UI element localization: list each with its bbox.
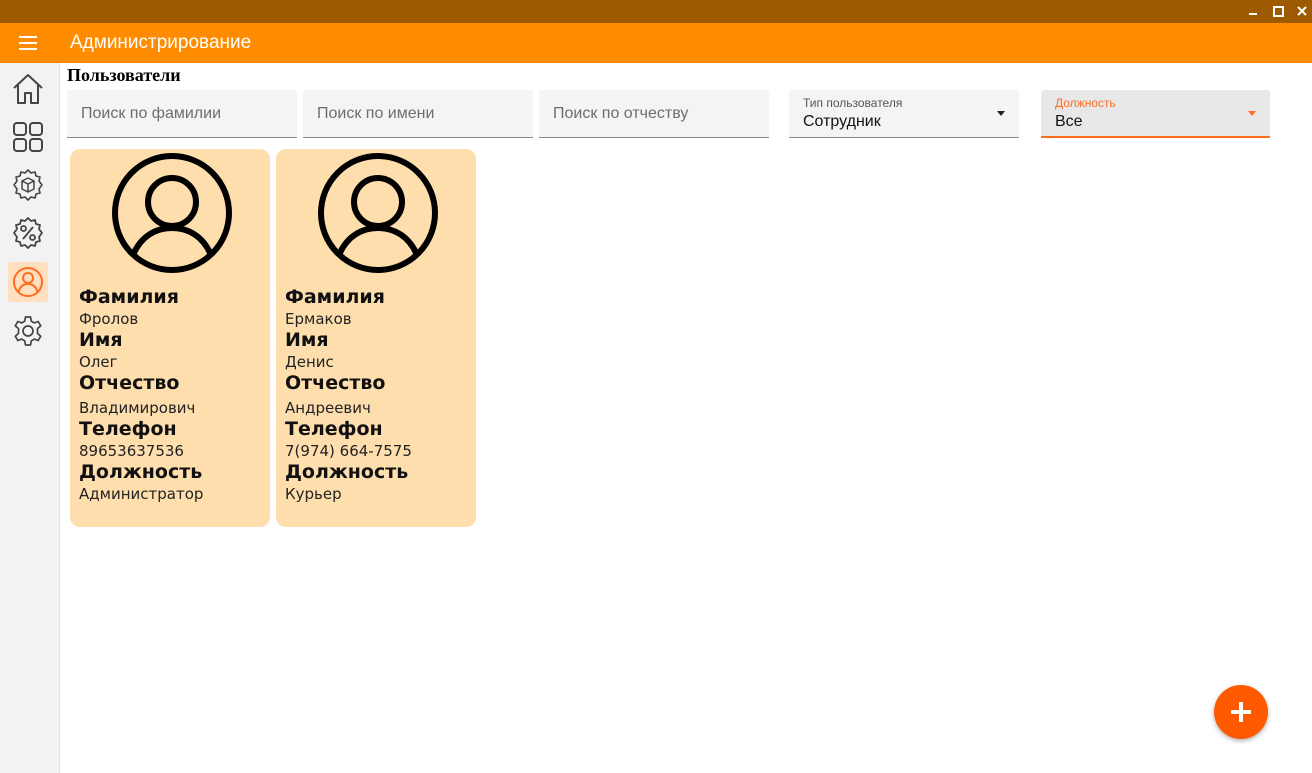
maximize-icon[interactable]: [1268, 2, 1288, 20]
patronymic-label: Отчество: [79, 372, 180, 394]
position-value: Администратор: [79, 485, 204, 503]
page-title: Пользователи: [67, 65, 181, 85]
user-avatar-icon: [112, 153, 232, 273]
surname-search-input[interactable]: [67, 90, 297, 137]
user-type-label: Тип пользователя: [803, 96, 903, 110]
position-value: Все: [1055, 113, 1083, 130]
position-select[interactable]: Должность Все: [1041, 90, 1270, 138]
percent-badge-icon: [13, 217, 43, 249]
app-bar: Администрирование: [0, 23, 1312, 63]
user-type-select[interactable]: Тип пользователя Сотрудник: [789, 90, 1019, 138]
dropdown-arrow-icon: [997, 111, 1005, 116]
sidebar-item-dashboard[interactable]: [8, 117, 48, 157]
user-card[interactable]: Фамилия Фролов Имя Олег Отчество Владими…: [70, 149, 270, 527]
surname-value: Фролов: [79, 310, 139, 328]
sidebar-item-products[interactable]: [8, 165, 48, 205]
phone-value: 89653637536: [79, 442, 184, 460]
user-avatar-icon: [318, 153, 438, 273]
sidebar-item-discounts[interactable]: [8, 213, 48, 253]
surname-label: Фамилия: [79, 286, 179, 308]
phone-label: Телефон: [285, 418, 383, 440]
add-user-button[interactable]: [1214, 685, 1268, 739]
user-card-fields: Фамилия Фролов Имя Олег Отчество Владими…: [79, 286, 203, 504]
patronymic-value: Андреевич: [285, 399, 371, 417]
name-value: Олег: [79, 353, 118, 371]
user-card-fields: Фамилия Ермаков Имя Денис Отчество Андре…: [285, 286, 412, 504]
position-label: Должность: [1055, 96, 1116, 110]
user-card[interactable]: Фамилия Ермаков Имя Денис Отчество Андре…: [276, 149, 476, 527]
position-label: Должность: [285, 461, 409, 483]
user-type-value: Сотрудник: [803, 113, 881, 130]
box-gear-icon: [13, 169, 43, 201]
position-value: Курьер: [285, 485, 342, 503]
sidebar-item-settings[interactable]: [8, 311, 48, 351]
hamburger-menu-icon[interactable]: [12, 31, 44, 55]
grid-icon: [13, 122, 43, 152]
window-titlebar: [0, 0, 1312, 23]
position-label: Должность: [79, 461, 203, 483]
phone-value: 7(974) 664-7575: [285, 442, 412, 460]
patronymic-search-input[interactable]: [539, 90, 769, 137]
user-circle-icon: [13, 267, 43, 297]
dropdown-arrow-icon: [1248, 111, 1256, 116]
name-search-input[interactable]: [303, 90, 533, 137]
sidebar-item-users[interactable]: [8, 262, 48, 302]
minimize-icon[interactable]: [1243, 2, 1263, 20]
phone-label: Телефон: [79, 418, 177, 440]
patronymic-label: Отчество: [285, 372, 386, 394]
surname-value: Ермаков: [285, 310, 352, 328]
app-title: Администрирование: [70, 32, 252, 53]
surname-search-field: [67, 90, 297, 138]
patronymic-search-field: [539, 90, 769, 138]
name-label: Имя: [79, 329, 123, 351]
gear-icon: [14, 316, 42, 346]
close-icon[interactable]: [1292, 2, 1312, 20]
patronymic-value: Владимирович: [79, 399, 196, 417]
name-value: Денис: [285, 353, 334, 371]
home-icon: [13, 74, 43, 104]
name-search-field: [303, 90, 533, 138]
name-label: Имя: [285, 329, 329, 351]
sidebar-item-home[interactable]: [8, 69, 48, 109]
plus-icon: [1231, 702, 1251, 722]
sidebar: [0, 63, 60, 773]
surname-label: Фамилия: [285, 286, 385, 308]
